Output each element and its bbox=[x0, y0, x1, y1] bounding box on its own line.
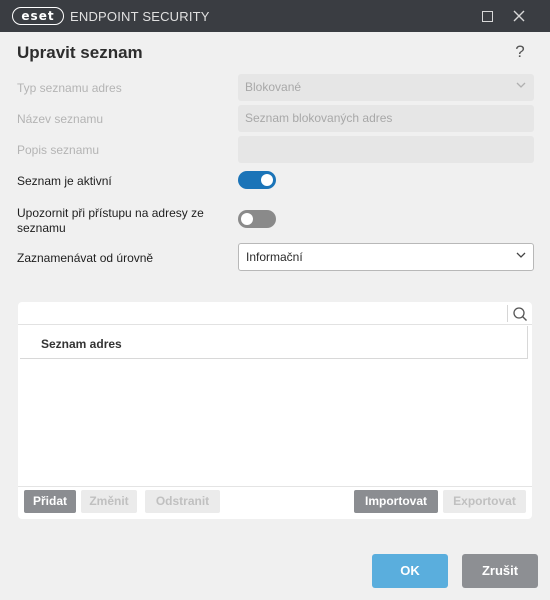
search-divider bbox=[507, 305, 508, 322]
add-button[interactable]: Přidat bbox=[24, 490, 76, 513]
search-input[interactable] bbox=[20, 303, 506, 324]
remove-button[interactable]: Odstranit bbox=[145, 490, 220, 513]
toggle-knob bbox=[261, 174, 273, 186]
eset-logo: eset bbox=[12, 7, 64, 25]
toolbar-divider bbox=[18, 486, 532, 487]
list-type-value: Blokované bbox=[245, 80, 302, 94]
edit-button[interactable]: Změnit bbox=[81, 490, 137, 513]
cancel-button[interactable]: Zrušit bbox=[462, 554, 538, 588]
search-icon bbox=[513, 307, 527, 321]
title-bar: eset ENDPOINT SECURITY bbox=[0, 0, 550, 32]
list-name-field: Seznam blokovaných adres bbox=[238, 105, 534, 132]
list-name-label: Název seznamu bbox=[17, 112, 104, 126]
list-description-label: Popis seznamu bbox=[17, 143, 100, 157]
list-active-label: Seznam je aktivní bbox=[17, 174, 112, 188]
close-button[interactable] bbox=[502, 0, 536, 32]
list-name-value: Seznam blokovaných adres bbox=[245, 111, 393, 125]
list-type-select: Blokované bbox=[238, 74, 534, 101]
notify-on-access-toggle[interactable] bbox=[238, 210, 276, 228]
maximize-icon bbox=[481, 10, 493, 22]
maximize-button[interactable] bbox=[470, 0, 504, 32]
chevron-down-icon bbox=[516, 79, 526, 93]
column-header-label: Seznam adres bbox=[41, 337, 122, 351]
log-level-label: Zaznamenávat od úrovně bbox=[17, 251, 154, 265]
log-level-select[interactable]: Informační bbox=[238, 243, 534, 271]
address-list-body[interactable] bbox=[20, 360, 530, 486]
chevron-down-icon bbox=[516, 249, 526, 263]
product-name: ENDPOINT SECURITY bbox=[70, 9, 210, 24]
toggle-knob bbox=[241, 213, 253, 225]
import-button[interactable]: Importovat bbox=[354, 490, 438, 513]
dialog-title: Upravit seznam bbox=[17, 43, 143, 62]
logo-text: eset bbox=[21, 9, 55, 23]
notify-on-access-label: Upozornit při přístupu na adresy ze sezn… bbox=[17, 206, 204, 235]
list-active-toggle[interactable] bbox=[238, 171, 276, 189]
list-type-label: Typ seznamu adres bbox=[17, 81, 122, 95]
ok-button[interactable]: OK bbox=[372, 554, 448, 588]
search-bar bbox=[18, 302, 532, 325]
list-description-field bbox=[238, 136, 534, 163]
search-button[interactable] bbox=[509, 304, 531, 324]
help-button[interactable]: ? bbox=[512, 42, 528, 62]
log-level-value: Informační bbox=[246, 250, 303, 264]
export-button[interactable]: Exportovat bbox=[443, 490, 526, 513]
address-list-panel: Seznam adres Přidat Změnit Odstranit Imp… bbox=[18, 302, 532, 519]
column-header-address-list[interactable]: Seznam adres bbox=[20, 326, 528, 359]
close-icon bbox=[513, 10, 525, 22]
